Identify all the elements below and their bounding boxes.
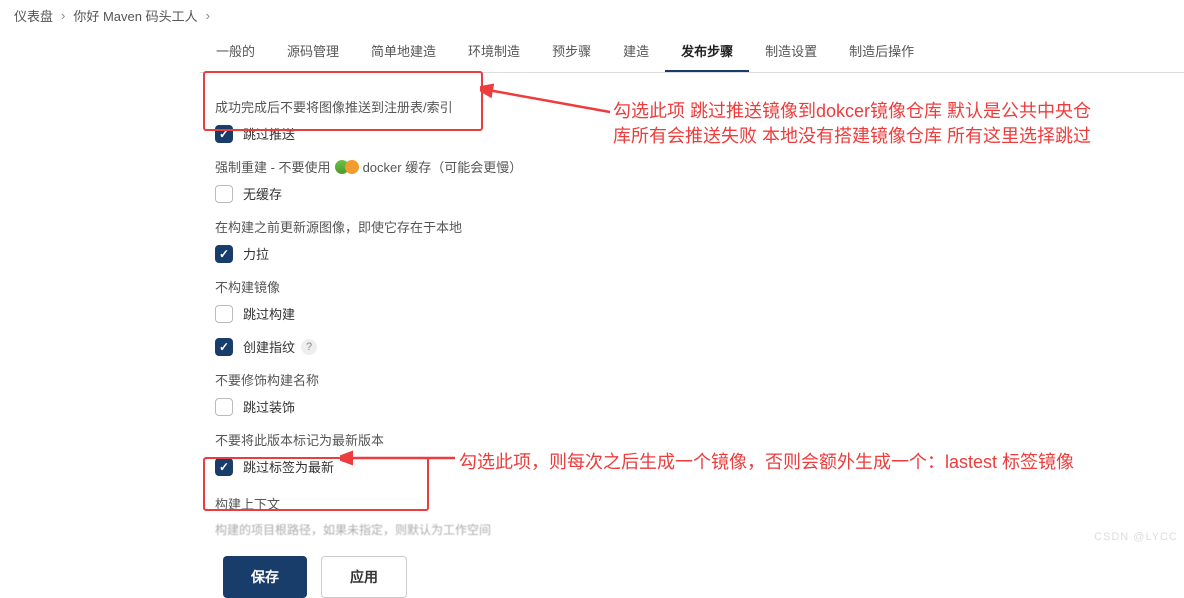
annotation-1-line1: 勾选此项 跳过推送镜像到dokcer镜像仓库 默认是公共中央仓 [613,99,1091,124]
no-decorate-title: 不要修饰构建名称 [215,370,975,389]
tab-basic-build[interactable]: 简单地建造 [355,31,452,72]
button-row: 保存 应用 [223,556,975,598]
checkbox-skip-decorate[interactable] [215,398,233,416]
annotation-1: 勾选此项 跳过推送镜像到dokcer镜像仓库 默认是公共中央仓 库所有会推送失败… [613,99,1091,149]
skip-decorate-label: 跳过装饰 [243,397,295,416]
tab-scm[interactable]: 源码管理 [271,31,355,72]
skip-latest-label: 跳过标签为最新 [243,457,334,476]
tab-general[interactable]: 一般的 [200,31,271,72]
checkbox-fingerprint[interactable] [215,338,233,356]
watermark: CSDN @LYCC [1094,531,1178,543]
force-pull-label: 力拉 [243,244,269,263]
config-tabs: 一般的 源码管理 简单地建造 环境制造 预步骤 建造 发布步骤 制造设置 制造后… [200,31,1184,73]
fingerprint-row[interactable]: 创建指纹 ? [215,337,975,356]
tab-pre-step[interactable]: 预步骤 [536,31,607,72]
build-context-sub: 构建的项目根路径，如果未指定，则默认为工作空间 [215,521,975,538]
breadcrumb-item-project[interactable]: 你好 Maven 码头工人 [73,6,197,25]
breadcrumb: 仪表盘 › 你好 Maven 码头工人 › [0,0,1184,31]
force-rebuild-title: 强制重建 - 不要使用 docker 缓存（可能会更慢） [215,157,975,176]
checkbox-skip-build[interactable] [215,305,233,323]
tab-build[interactable]: 建造 [607,31,665,72]
skip-decorate-row[interactable]: 跳过装饰 [215,397,975,416]
config-content: 成功完成后不要将图像推送到注册表/索引 跳过推送 强制重建 - 不要使用 doc… [215,73,975,598]
tab-post-step[interactable]: 发布步骤 [665,31,749,72]
chevron-icon: › [61,8,65,23]
update-source-title: 在构建之前更新源图像，即使它存在于本地 [215,217,975,236]
force-rebuild-text-a: 强制重建 - 不要使用 [215,157,331,176]
tab-env[interactable]: 环境制造 [452,31,536,72]
skip-build-label: 跳过构建 [243,304,295,323]
checkbox-skip-latest[interactable] [215,458,233,476]
save-button[interactable]: 保存 [223,556,307,598]
tab-post-make[interactable]: 制造后操作 [833,31,930,72]
tab-make-setting[interactable]: 制造设置 [749,31,833,72]
build-context-title: 构建上下文 [215,494,975,513]
help-icon[interactable]: ? [301,339,317,355]
force-pull-row[interactable]: 力拉 [215,244,975,263]
checkbox-skip-push[interactable] [215,125,233,143]
fingerprint-label: 创建指纹 [243,337,295,356]
annotation-2: 勾选此项，则每次之后生成一个镜像，否则会额外生成一个：lastest 标签镜像 [459,450,1074,475]
no-latest-title: 不要将此版本标记为最新版本 [215,430,975,449]
annotation-1-line2: 库所有会推送失败 本地没有搭建镜像仓库 所有这里选择跳过 [613,124,1091,149]
skip-push-label: 跳过推送 [243,124,295,143]
no-build-title: 不构建镜像 [215,277,975,296]
orange-dot-icon [345,160,359,174]
force-rebuild-text-b: docker 缓存（可能会更慢） [363,157,523,176]
checkbox-no-cache[interactable] [215,185,233,203]
no-cache-row[interactable]: 无缓存 [215,184,975,203]
apply-button[interactable]: 应用 [321,556,407,598]
breadcrumb-item-dashboard[interactable]: 仪表盘 [14,6,53,25]
checkbox-force-pull[interactable] [215,245,233,263]
no-cache-label: 无缓存 [243,184,282,203]
chevron-icon: › [206,8,210,23]
skip-build-row[interactable]: 跳过构建 [215,304,975,323]
